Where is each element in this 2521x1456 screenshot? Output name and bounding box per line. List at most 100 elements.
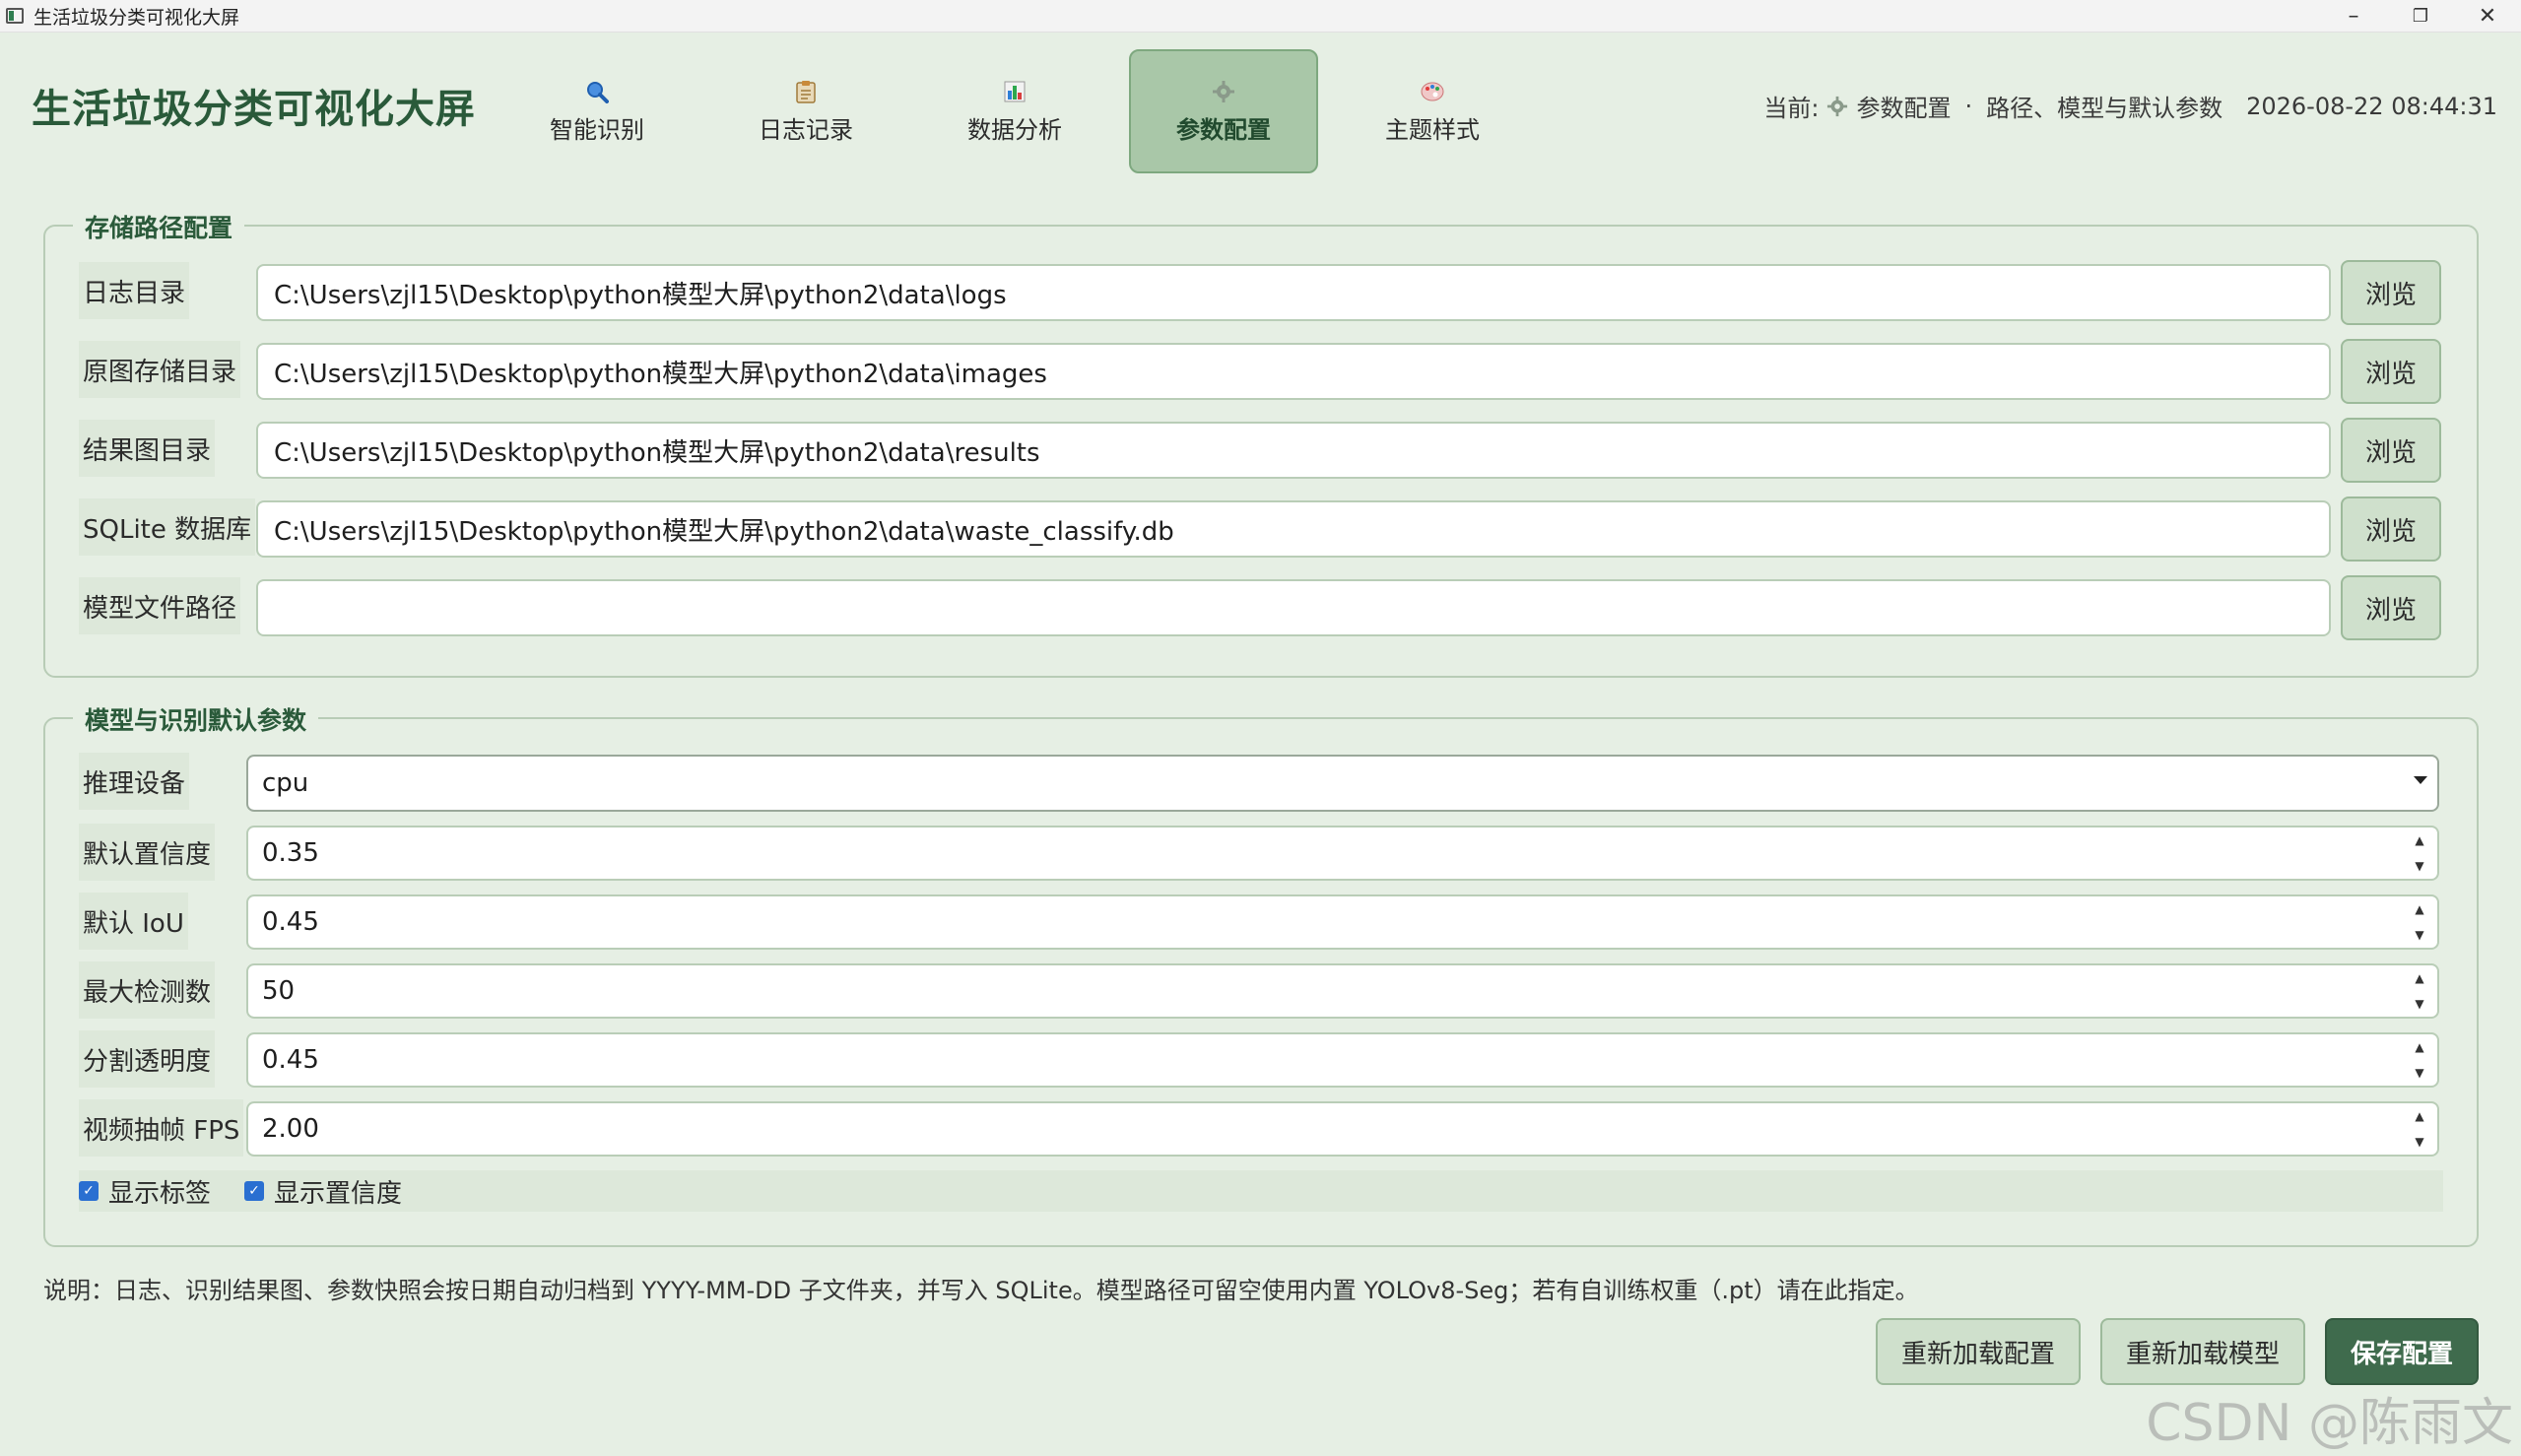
window-titlebar: 生活垃圾分类可视化大屏 – ❐ ✕ — [0, 0, 2521, 33]
gear-icon — [1826, 96, 1848, 117]
device-row: 推理设备 — [79, 753, 190, 810]
sqlite-path-input[interactable]: C:\Users\zjl15\Desktop\python模型大屏\python… — [256, 500, 2331, 558]
reload-model-button[interactable]: 重新加载模型 — [2100, 1318, 2305, 1385]
row-label: SQLite 数据库 — [79, 498, 256, 556]
spin-down-icon[interactable]: ▼ — [2402, 922, 2437, 948]
spin-buttons: ▲ ▼ — [2402, 965, 2437, 1017]
status-description: 路径、模型与默认参数 — [1986, 95, 2223, 122]
storage-path-group: 存储路径配置 日志目录 C:\Users\zjl15\Desktop\pytho… — [43, 209, 2479, 678]
checkbox-label: 显示标签 — [108, 1178, 212, 1209]
browse-button[interactable]: 浏览 — [2341, 418, 2441, 483]
row-label: 推理设备 — [79, 753, 190, 810]
palette-icon — [1420, 79, 1445, 104]
result-dir-input[interactable]: C:\Users\zjl15\Desktop\python模型大屏\python… — [256, 422, 2331, 479]
watermark: CSDN @陈雨文 — [2146, 1394, 2513, 1453]
log-dir-input[interactable]: C:\Users\zjl15\Desktop\python模型大屏\python… — [256, 264, 2331, 321]
iou-spinbox[interactable]: 0.45 ▲ ▼ — [246, 894, 2439, 950]
tab-label: 参数配置 — [1176, 115, 1271, 144]
row-label: 模型文件路径 — [79, 577, 241, 634]
status-page: 参数配置 — [1856, 95, 1952, 122]
chevron-down-icon — [2414, 776, 2427, 784]
spin-up-icon[interactable]: ▲ — [2402, 1034, 2437, 1060]
iou-row: 默认 IoU — [79, 893, 188, 950]
fps-row: 视频抽帧 FPS — [79, 1099, 244, 1157]
tab-log-records[interactable]: 日志记录 — [711, 49, 900, 173]
spin-down-icon[interactable]: ▼ — [2402, 1129, 2437, 1155]
row-label: 最大检测数 — [79, 961, 216, 1019]
checkmark-icon[interactable]: ✓ — [244, 1181, 265, 1201]
image-dir-input[interactable]: C:\Users\zjl15\Desktop\python模型大屏\python… — [256, 343, 2331, 400]
row-label: 视频抽帧 FPS — [79, 1099, 244, 1157]
alpha-row: 分割透明度 — [79, 1030, 216, 1088]
spin-buttons: ▲ ▼ — [2402, 1034, 2437, 1086]
path-row-model: 模型文件路径 — [79, 577, 241, 634]
tab-label: 数据分析 — [967, 115, 1062, 144]
spin-down-icon[interactable]: ▼ — [2402, 991, 2437, 1017]
row-label: 结果图目录 — [79, 420, 216, 477]
path-row-logs: 日志目录 — [79, 262, 190, 319]
show-labels-checkbox[interactable]: ✓ 显示标签 — [79, 1173, 211, 1210]
row-label: 分割透明度 — [79, 1030, 216, 1088]
checkmark-icon[interactable]: ✓ — [79, 1181, 99, 1201]
tab-label: 智能识别 — [550, 115, 644, 144]
status-datetime: 2026-08-22 08:44:31 — [2246, 92, 2497, 120]
restore-button[interactable]: ❐ — [2387, 0, 2454, 33]
browse-button[interactable]: 浏览 — [2341, 339, 2441, 404]
status-separator: · — [1964, 92, 1973, 120]
spin-up-icon[interactable]: ▲ — [2402, 1103, 2437, 1129]
path-row-results: 结果图目录 — [79, 420, 216, 477]
model-defaults-group: 模型与识别默认参数 推理设备 cpu 默认置信度 0.35 ▲ ▼ 默认 IoU… — [43, 701, 2479, 1247]
path-row-images: 原图存储目录 — [79, 341, 241, 398]
nav-tabs: 智能识别 日志记录 数据分析 参数配置 主题样式 — [502, 49, 1547, 173]
device-value: cpu — [262, 768, 309, 798]
tab-theme-style[interactable]: 主题样式 — [1338, 49, 1527, 173]
confidence-spinbox[interactable]: 0.35 ▲ ▼ — [246, 826, 2439, 881]
field-value: 2.00 — [262, 1114, 319, 1144]
spin-down-icon[interactable]: ▼ — [2402, 1060, 2437, 1086]
spin-up-icon[interactable]: ▲ — [2402, 896, 2437, 922]
status-prefix: 当前: — [1763, 95, 1820, 122]
bar-chart-icon — [1002, 79, 1028, 104]
browse-button[interactable]: 浏览 — [2341, 496, 2441, 562]
row-label: 原图存储目录 — [79, 341, 241, 398]
max-detections-spinbox[interactable]: 50 ▲ ▼ — [246, 963, 2439, 1019]
status-line: 当前: 参数配置 · 路径、模型与默认参数 2026-08-22 08:44:3… — [1763, 89, 2497, 123]
tab-label: 主题样式 — [1385, 115, 1480, 144]
reload-config-button[interactable]: 重新加载配置 — [1876, 1318, 2081, 1385]
browse-button[interactable]: 浏览 — [2341, 260, 2441, 325]
group-title: 存储路径配置 — [73, 209, 245, 244]
row-label: 日志目录 — [79, 262, 190, 319]
field-value: 0.45 — [262, 907, 319, 937]
tab-label: 日志记录 — [759, 115, 853, 144]
spin-buttons: ▲ ▼ — [2402, 896, 2437, 948]
show-confidence-checkbox[interactable]: ✓ 显示置信度 — [244, 1173, 402, 1210]
mask-alpha-spinbox[interactable]: 0.45 ▲ ▼ — [246, 1032, 2439, 1088]
group-title: 模型与识别默认参数 — [73, 701, 319, 737]
spin-buttons: ▲ ▼ — [2402, 1103, 2437, 1155]
field-value: 0.45 — [262, 1045, 319, 1075]
window-controls: – ❐ ✕ — [2320, 0, 2521, 33]
help-note: 说明：日志、识别结果图、参数快照会按日期自动归档到 YYYY-MM-DD 子文件… — [43, 1277, 1919, 1304]
path-row-sqlite: SQLite 数据库 — [79, 498, 256, 556]
save-config-button[interactable]: 保存配置 — [2325, 1318, 2479, 1385]
spin-up-icon[interactable]: ▲ — [2402, 827, 2437, 853]
clipboard-icon — [793, 79, 819, 104]
close-button[interactable]: ✕ — [2454, 0, 2521, 33]
minimize-button[interactable]: – — [2320, 0, 2387, 33]
browse-button[interactable]: 浏览 — [2341, 575, 2441, 640]
window-title: 生活垃圾分类可视化大屏 — [33, 6, 240, 29]
confidence-row: 默认置信度 — [79, 824, 216, 881]
tab-parameter-config[interactable]: 参数配置 — [1129, 49, 1318, 173]
checkbox-label: 显示置信度 — [274, 1178, 403, 1209]
video-fps-spinbox[interactable]: 2.00 ▲ ▼ — [246, 1101, 2439, 1157]
model-path-input[interactable] — [256, 579, 2331, 636]
max-det-row: 最大检测数 — [79, 961, 216, 1019]
tab-smart-recognition[interactable]: 智能识别 — [502, 49, 692, 173]
spin-down-icon[interactable]: ▼ — [2402, 853, 2437, 879]
tab-data-analysis[interactable]: 数据分析 — [920, 49, 1109, 173]
spin-up-icon[interactable]: ▲ — [2402, 965, 2437, 991]
row-label: 默认置信度 — [79, 824, 216, 881]
spin-buttons: ▲ ▼ — [2402, 827, 2437, 879]
device-select[interactable]: cpu — [246, 755, 2439, 812]
display-options: ✓ 显示标签 ✓ 显示置信度 — [79, 1170, 2443, 1212]
